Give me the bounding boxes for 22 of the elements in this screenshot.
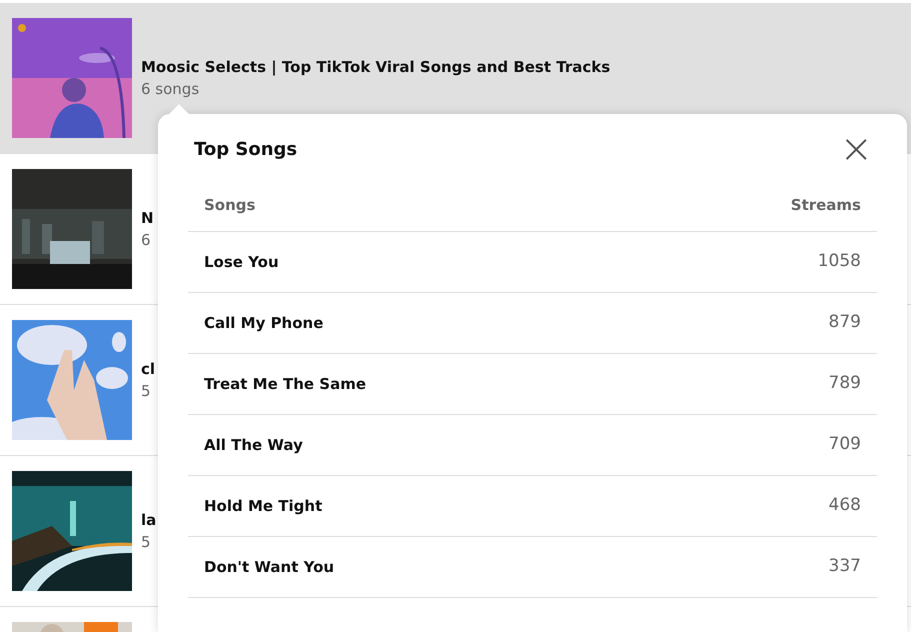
stream-count: 468 [828,494,861,518]
song-count: 6 songs [141,79,200,100]
song-count: 6 [141,230,152,251]
stream-count: 337 [828,555,861,578]
playlist-title: la [141,510,156,530]
stream-count: 709 [828,433,861,456]
song-count: 5 [141,381,152,402]
song-title: Call My Phone [204,312,324,334]
stream-count: 879 [828,311,861,334]
song-title: All The Way [204,434,303,456]
stream-count: 789 [828,372,861,396]
column-header: Streams [790,195,861,216]
column-header: Songs [204,195,256,216]
playlist-title: N [141,208,154,228]
song-count: 5 [141,532,152,553]
playlist-title: cl [141,358,156,380]
song-title: Treat Me The Same [204,374,366,395]
playlist-title: Moosic Selects | Top TikTok Viral Songs and Best Tracks [141,56,610,78]
song-title: Don't Want You [204,556,334,578]
stream-count: 1058 [818,250,861,274]
song-title: Hold Me Tight [204,496,322,517]
song-title: Lose You [204,252,279,273]
